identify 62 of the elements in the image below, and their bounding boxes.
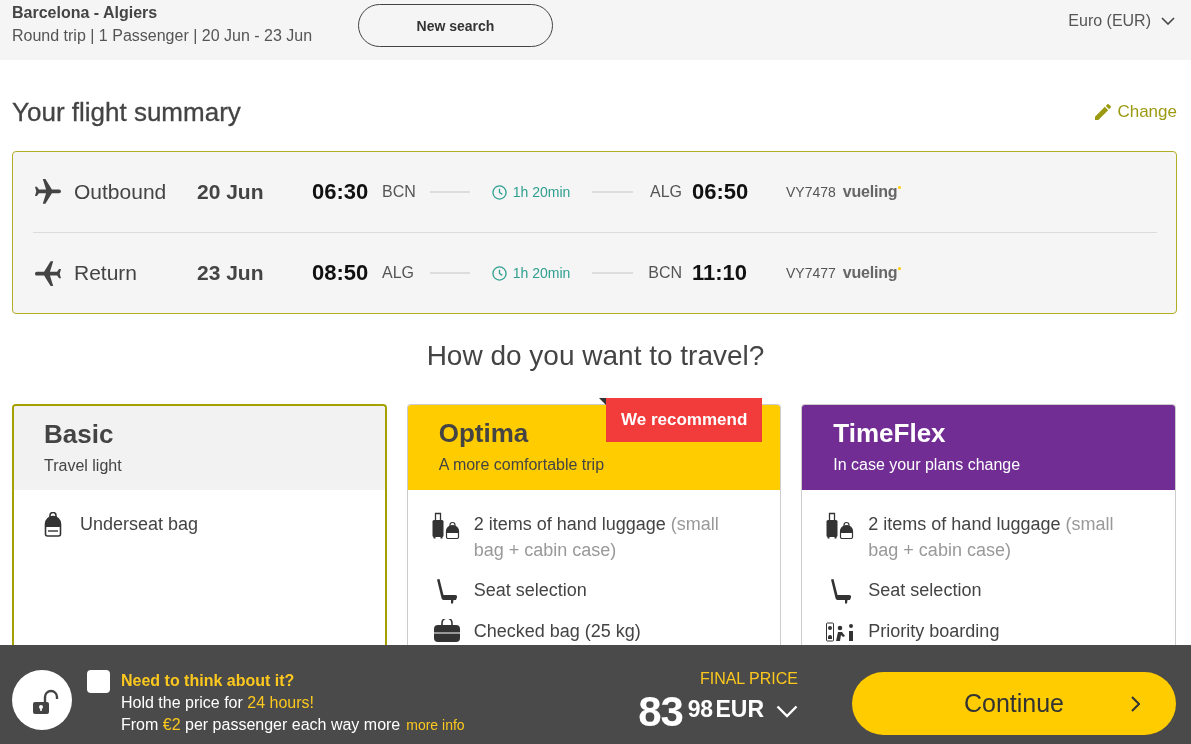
feature-text: Seat selection [473, 579, 587, 602]
section-title: Your flight summary [12, 97, 241, 127]
feature-text: Underseat bag [80, 513, 199, 536]
unlocked-padlock-icon [12, 670, 72, 730]
flight-date: 20 Jun [197, 180, 264, 203]
price-decimals: 98 [687, 698, 713, 721]
fare-name: TimeFlex [833, 418, 946, 448]
flight-direction: Outbound [74, 180, 167, 203]
currency-selector[interactable]: Euro (EUR) [1068, 12, 1175, 30]
backpack-icon [44, 512, 62, 537]
flight-direction: Return [74, 261, 138, 284]
feature-text: Priority boarding [868, 620, 1000, 643]
arrival-time: 11:10 [692, 260, 748, 285]
feature-text: Seat selection [868, 579, 982, 602]
hold-title: Need to think about it? [121, 671, 296, 691]
route-title: Barcelona - Algiers [12, 3, 159, 23]
flight-duration: 1h 20min [512, 184, 571, 200]
trip-details: Round trip | 1 Passenger | 20 Jun - 23 Jun [12, 26, 314, 46]
flight-number: VY7478 [786, 184, 836, 200]
airline-logo: vueling [842, 183, 902, 201]
fare-tagline: In case your plans change [833, 455, 1021, 475]
continue-button[interactable]: Continue [852, 672, 1176, 735]
chevron-down-icon[interactable] [776, 705, 798, 718]
hold-text: From €2 per passenger each way more [121, 715, 401, 735]
seat-icon [830, 578, 853, 604]
departure-time: 06:30 [312, 179, 369, 204]
fare-name: Optima [438, 418, 529, 448]
feature-text: 2 items of hand luggage (small bag + cabin case) [473, 513, 720, 562]
arrival-airport: ALG [650, 183, 682, 200]
departure-airport: BCN [382, 183, 416, 200]
price-amount: 83 [638, 691, 683, 733]
arrival-airport: BCN [648, 264, 682, 281]
fare-name: Basic [44, 419, 114, 449]
fare-tagline: Travel light [44, 456, 122, 476]
recommend-badge: We recommend [599, 398, 763, 442]
luggage-icon [431, 512, 462, 539]
flight-date: 23 Jun [197, 261, 264, 284]
feature-text: Checked bag (25 kg) [473, 620, 641, 643]
flight-number: VY7477 [786, 265, 836, 281]
price-label: FINAL PRICE [699, 669, 798, 689]
chevron-down-icon [1161, 17, 1175, 25]
departure-time: 08:50 [312, 260, 369, 285]
feature-text: 2 items of hand luggage (small bag + cabin case) [868, 513, 1115, 562]
pencil-icon [1095, 104, 1112, 120]
section-title: How do you want to travel? [425, 339, 766, 373]
clock-icon [491, 265, 507, 281]
fare-tagline: A more comfortable trip [438, 455, 605, 475]
flight-duration: 1h 20min [512, 265, 571, 281]
airline-logo: vueling [842, 264, 902, 282]
chevron-right-icon [1131, 695, 1140, 712]
price-currency: EUR [715, 698, 764, 721]
fare-card[interactable]: TimeFlex In case your plans change 2 items of hand luggage (small bag + cabin case) Seat selection Priority boarding [801, 404, 1176, 645]
plane-icon [35, 260, 61, 286]
more-info-link[interactable]: more info [406, 714, 465, 736]
hold-text: Hold the price for 24 hours! [121, 693, 315, 713]
clock-icon [491, 184, 507, 200]
hold-price-checkbox[interactable] [87, 670, 110, 693]
arrival-time: 06:50 [692, 179, 749, 204]
seat-icon [435, 578, 458, 604]
plane-icon [35, 179, 61, 205]
fare-card[interactable]: Basic Travel light Underseat bag [12, 404, 387, 645]
departure-airport: ALG [382, 264, 414, 281]
